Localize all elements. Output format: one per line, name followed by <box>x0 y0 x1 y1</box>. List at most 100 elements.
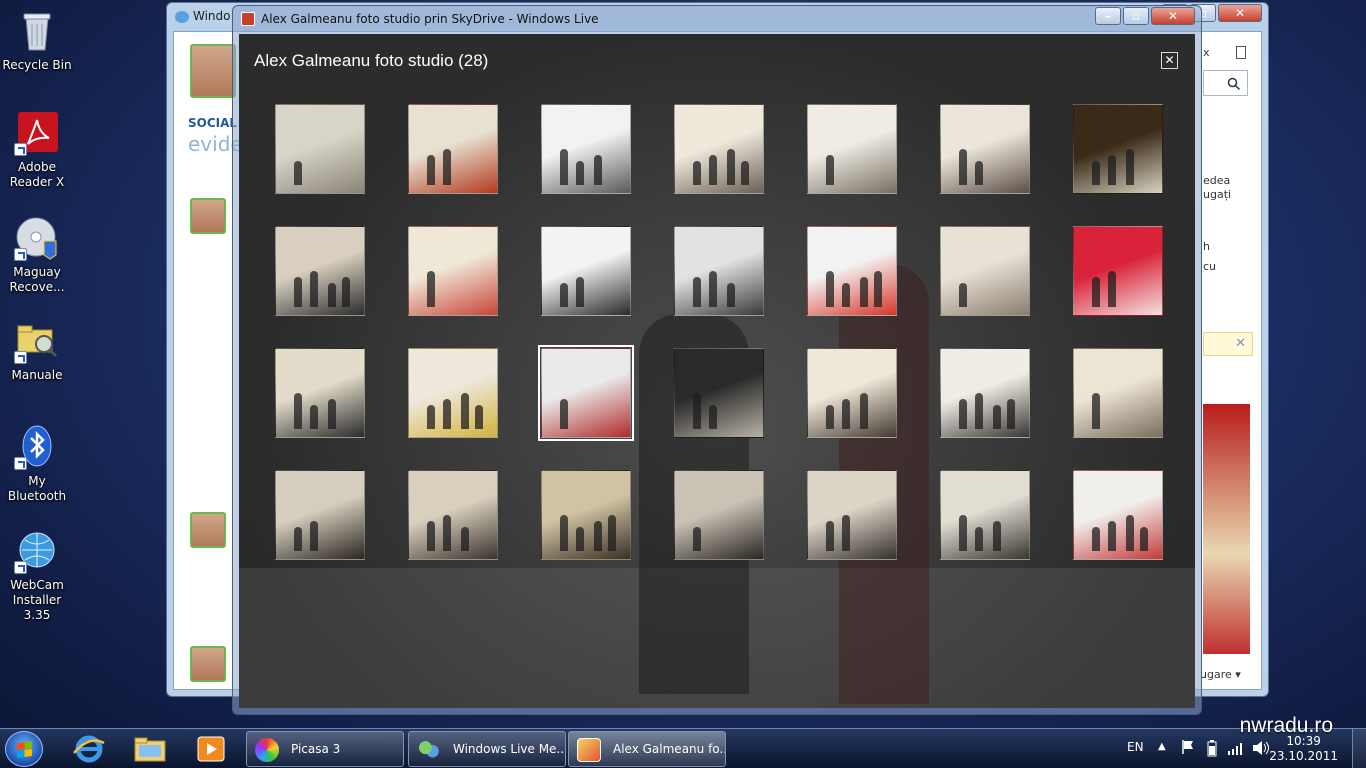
photo-thumbnail[interactable] <box>807 470 897 560</box>
taskbar-pin-internet-explorer[interactable] <box>72 733 106 765</box>
desktop-icon-maguay[interactable]: Maguay Recove... <box>0 215 74 295</box>
viewer-titlebar[interactable]: Alex Galmeanu foto studio prin SkyDrive … <box>233 6 1201 33</box>
desktop-icon-bluetooth[interactable]: My Bluetooth <box>0 424 74 504</box>
thumbnail-detail <box>1092 393 1100 429</box>
taskbar-button-photo-viewer[interactable]: Alex Galmeanu fo... <box>568 731 726 767</box>
desktop-icon-label: WebCam Installer 3.35 <box>10 578 64 622</box>
photo-thumbnail[interactable] <box>807 348 897 438</box>
photo-thumbnail[interactable] <box>940 226 1030 316</box>
thumbnail-detail <box>975 393 983 429</box>
photo-thumbnail[interactable] <box>408 470 498 560</box>
photo-thumbnail[interactable] <box>674 226 764 316</box>
photo-thumbnail[interactable] <box>940 348 1030 438</box>
thumbnail-detail <box>727 283 735 307</box>
photo-thumbnail[interactable] <box>541 470 631 560</box>
photo-thumbnail[interactable] <box>940 104 1030 194</box>
photo-thumbnail[interactable] <box>275 348 365 438</box>
thumbnail-detail <box>294 277 302 307</box>
photo-thumbnail[interactable] <box>538 345 634 441</box>
album-close-button[interactable]: ✕ <box>1161 52 1178 69</box>
close-button[interactable]: ✕ <box>1218 4 1262 22</box>
photo-thumbnail[interactable] <box>541 226 631 316</box>
folder-search-icon <box>14 318 60 364</box>
system-clock[interactable]: 10:39 23.10.2011 <box>1269 734 1338 764</box>
photo-thumbnail[interactable] <box>674 470 764 560</box>
slideshow-stage: Alex Galmeanu foto studio (28) ✕ <box>239 34 1195 708</box>
thumbnail-detail <box>1140 527 1148 551</box>
ad-banner[interactable] <box>1203 404 1250 654</box>
photo-thumbnail[interactable] <box>1073 226 1163 316</box>
thumbnail-detail <box>959 399 967 429</box>
desktop-icon-adobe-reader[interactable]: Adobe Reader X <box>0 110 74 190</box>
shortcut-arrow-icon <box>14 457 27 470</box>
photo-thumbnail[interactable] <box>275 104 365 194</box>
layout-icon[interactable] <box>1236 46 1246 59</box>
maximize-button[interactable]: ▫ <box>1123 7 1149 25</box>
start-button[interactable] <box>5 731 43 767</box>
photo-thumbnail[interactable] <box>674 104 764 194</box>
notification-bar: ✕ <box>1203 332 1253 356</box>
show-hidden-icons-button[interactable]: ▲ <box>1158 741 1166 752</box>
thumbnail-detail <box>560 283 568 307</box>
contact-avatar[interactable] <box>190 512 226 548</box>
search-box[interactable] <box>1203 70 1248 96</box>
photo-thumbnail[interactable] <box>940 470 1030 560</box>
x-label: x <box>1203 46 1210 59</box>
taskbar-button-messenger[interactable]: Windows Live Me... <box>408 731 566 767</box>
contact-avatar[interactable] <box>190 646 226 682</box>
photo-thumbnail[interactable] <box>807 104 897 194</box>
thumbnail-detail <box>310 271 318 307</box>
desktop-icon-label: Maguay Recove... <box>9 265 65 294</box>
thumbnail-detail <box>1126 149 1134 185</box>
thumbnail-detail <box>1092 277 1100 307</box>
dismiss-icon[interactable]: ✕ <box>1235 336 1246 351</box>
photo-thumbnail[interactable] <box>275 226 365 316</box>
taskbar-pin-media-player[interactable] <box>194 733 228 765</box>
photo-thumbnail[interactable] <box>807 226 897 316</box>
photo-thumbnail[interactable] <box>275 470 365 560</box>
photo-thumbnail[interactable] <box>1073 470 1163 560</box>
desktop-icon-label: Adobe Reader X <box>9 160 65 189</box>
network-signal-icon[interactable] <box>1227 741 1245 758</box>
desktop-icon-recycle-bin[interactable]: Recycle Bin <box>0 8 74 73</box>
avatar[interactable] <box>190 44 236 98</box>
dropdown-arrow-icon: ▾ <box>1235 668 1241 681</box>
recycle-bin-icon <box>14 8 60 54</box>
battery-icon[interactable] <box>1207 739 1217 760</box>
taskbar-button-picasa[interactable]: Picasa 3 <box>246 731 404 767</box>
photo-thumbnail[interactable] <box>408 104 498 194</box>
photo-thumbnail[interactable] <box>541 104 631 194</box>
close-button[interactable]: ✕ <box>1151 7 1195 25</box>
taskbar-pin-explorer[interactable] <box>133 733 167 765</box>
thumbnail-detail <box>328 283 336 307</box>
thumbnail-detail <box>560 399 568 429</box>
viewer-window-controls: – ▫ ✕ <box>1095 7 1195 25</box>
thumbnail-detail <box>443 149 451 185</box>
thumbnail-detail <box>427 521 435 551</box>
thumbnail-detail <box>693 277 701 307</box>
volume-icon[interactable] <box>1252 740 1270 759</box>
show-desktop-button[interactable] <box>1352 729 1366 768</box>
thumbnail-detail <box>443 399 451 429</box>
photo-viewer-window: Alex Galmeanu foto studio prin SkyDrive … <box>232 5 1202 715</box>
photo-thumbnail[interactable] <box>408 226 498 316</box>
taskbar-button-label: Alex Galmeanu fo... <box>613 742 726 756</box>
shortcut-arrow-icon <box>14 248 27 261</box>
desktop-icon-webcam[interactable]: WebCam Installer 3.35 <box>0 528 74 623</box>
photo-thumbnail[interactable] <box>1073 348 1163 438</box>
thumbnail-detail <box>727 149 735 185</box>
action-center-icon[interactable] <box>1181 739 1195 758</box>
photo-thumbnail[interactable] <box>1073 104 1163 194</box>
thumbnail-detail <box>842 515 850 551</box>
minimize-button[interactable]: – <box>1095 7 1121 25</box>
thumbnail-detail <box>576 527 584 551</box>
contact-avatar[interactable] <box>190 198 226 234</box>
folder-icon <box>134 737 166 762</box>
thumbnail-detail <box>993 405 1001 429</box>
photo-thumbnail[interactable] <box>408 348 498 438</box>
search-icon <box>1227 77 1241 91</box>
photo-thumbnail[interactable] <box>674 348 764 438</box>
thumbnail-detail <box>693 393 701 429</box>
language-indicator[interactable]: EN <box>1127 740 1144 754</box>
desktop-icon-manuale[interactable]: Manuale <box>0 318 74 383</box>
